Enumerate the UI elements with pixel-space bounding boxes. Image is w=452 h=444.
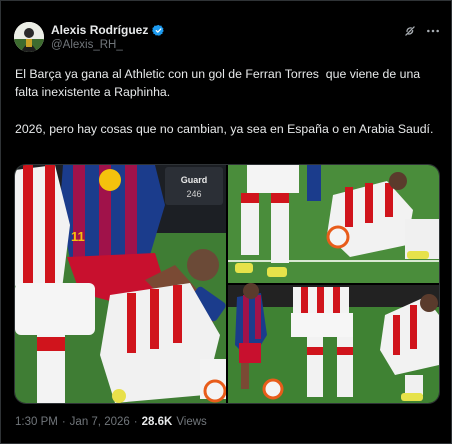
author-handle[interactable]: @Alexis_RH_ (51, 39, 123, 51)
tweet-paragraph: El Barça ya gana al Athletic con un gol … (15, 67, 424, 100)
tweet-card[interactable]: Alexis Rodríguez @Alexis_RH_ El Barça ya… (0, 0, 452, 444)
tweet-date[interactable]: Jan 7, 2026 (70, 416, 130, 428)
verified-badge-icon (152, 24, 165, 36)
grok-icon[interactable] (403, 24, 417, 38)
tweet-meta: 1:30 PM · Jan 7, 2026 · 28.6K Views (15, 416, 207, 428)
views-label: Views (176, 416, 207, 428)
avatar-image (14, 22, 44, 52)
billboard-text: Guard (181, 175, 208, 185)
media-image-3[interactable] (228, 283, 439, 403)
views-count: 28.6K (141, 416, 173, 428)
meta-separator: · (61, 416, 66, 428)
tweet-paragraph: 2026, pero hay cosas que no cambian, ya … (15, 121, 434, 136)
display-name[interactable]: Alexis Rodríguez (51, 23, 148, 37)
billboard-number: 246 (186, 189, 201, 199)
jersey-number: 11 (71, 229, 85, 244)
media-image-2[interactable] (228, 165, 439, 283)
tweet-text: El Barça ya gana al Athletic con un gol … (15, 65, 440, 138)
media-grid[interactable]: Guard 246 11 (14, 164, 440, 404)
tweet-time[interactable]: 1:30 PM (15, 416, 58, 428)
avatar[interactable] (14, 22, 44, 52)
media-image-1[interactable]: Guard 246 11 (15, 165, 227, 403)
meta-separator: · (133, 416, 138, 428)
author-row: Alexis Rodríguez (51, 23, 165, 37)
more-options-icon[interactable] (425, 23, 441, 39)
media-images: Guard 246 11 (15, 165, 439, 403)
